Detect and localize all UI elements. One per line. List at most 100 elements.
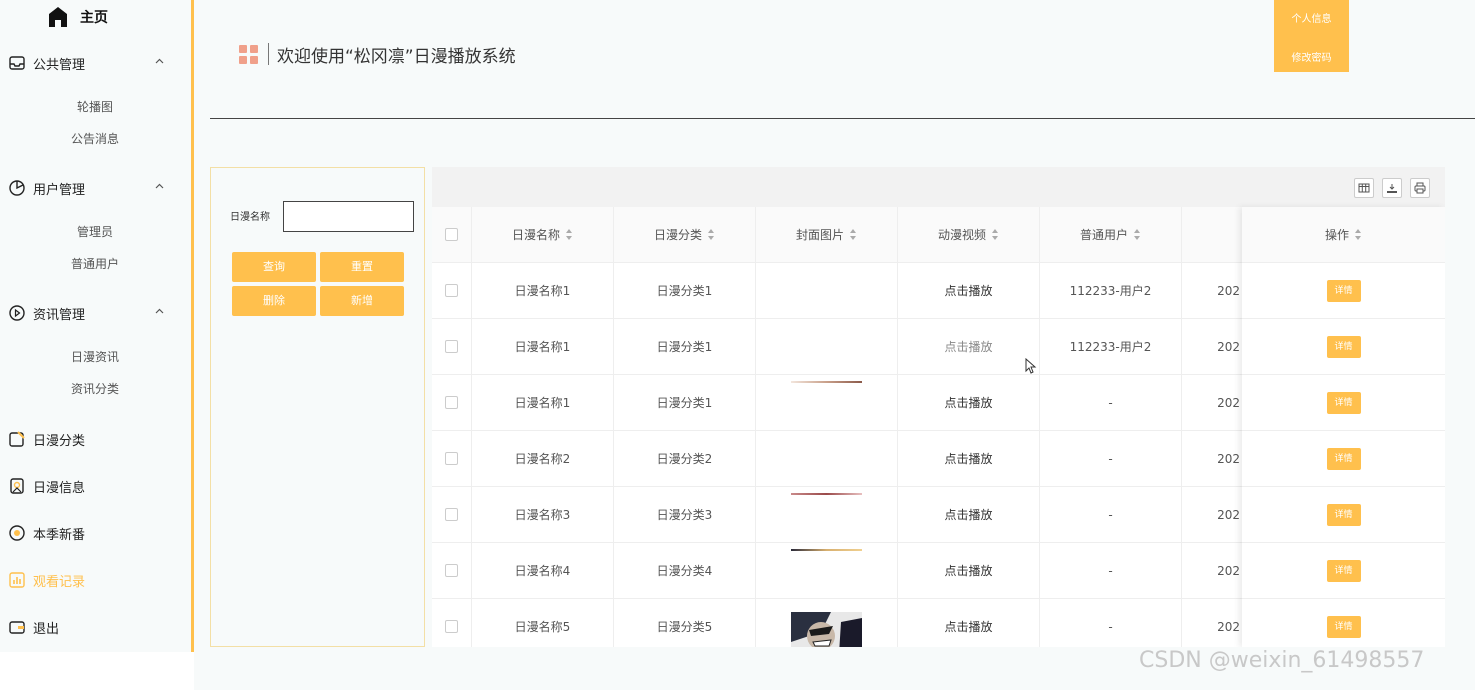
cover-image[interactable] — [791, 381, 862, 383]
reset-button[interactable]: 重置 — [320, 252, 404, 282]
cell-category: 日漫分类4 — [614, 543, 756, 598]
menu-head-users[interactable]: 用户管理 — [0, 174, 190, 202]
note-icon — [8, 430, 26, 448]
profile-button[interactable]: 个人信息 — [1274, 0, 1349, 34]
cell-video-text[interactable]: 点击播放 — [944, 394, 992, 411]
sort-icon[interactable] — [1355, 229, 1362, 240]
chevron-up-icon[interactable] — [155, 307, 164, 316]
menu-head-news[interactable]: 资讯管理 — [0, 299, 190, 327]
cover-image[interactable] — [791, 612, 862, 647]
cell-user: - — [1040, 375, 1182, 430]
title-divider — [268, 43, 269, 65]
row-checkbox[interactable] — [445, 396, 458, 409]
sidebar-item-news-category[interactable]: 资讯分类 — [0, 373, 190, 405]
chevron-up-icon[interactable] — [155, 182, 164, 191]
action-cell: 详情 — [1242, 487, 1445, 543]
cell-name-text: 日漫名称4 — [514, 564, 571, 578]
sort-icon[interactable] — [850, 229, 857, 240]
cell-user: - — [1040, 543, 1182, 598]
cell-video-text[interactable]: 点击播放 — [944, 618, 992, 635]
detail-button[interactable]: 详情 — [1326, 559, 1361, 582]
row-checkbox[interactable] — [445, 508, 458, 521]
cell-video-text[interactable]: 点击播放 — [944, 282, 992, 299]
cell-video: 点击播放 — [898, 263, 1040, 318]
sidebar: 主页 公共管理 轮播图 公告消息 用户管理 管理员 普通用户 资讯管理 日漫资讯… — [0, 0, 194, 652]
sidebar-item-season-new[interactable]: 本季新番 — [0, 519, 190, 547]
columns-icon[interactable] — [1354, 178, 1374, 198]
cover-image[interactable] — [791, 493, 862, 495]
sidebar-item-logout[interactable]: 退出 — [0, 613, 190, 641]
sidebar-item-anime-news[interactable]: 日漫资讯 — [0, 341, 190, 373]
search-input[interactable] — [283, 201, 414, 232]
detail-button[interactable]: 详情 — [1326, 447, 1361, 470]
col-header-user[interactable]: 普通用户 — [1040, 207, 1182, 262]
cover-image[interactable] — [791, 549, 862, 551]
cell-date-text: 202 — [1217, 395, 1240, 410]
select-all-checkbox[interactable] — [445, 228, 458, 241]
cell-name-text: 日漫名称2 — [514, 452, 571, 466]
sidebar-item-anime-category[interactable]: 日漫分类 — [0, 425, 190, 453]
sidebar-item-notice[interactable]: 公告消息 — [0, 123, 190, 155]
col-header-action[interactable]: 操作 — [1242, 207, 1445, 263]
sidebar-item-anime-info[interactable]: 日漫信息 — [0, 472, 190, 500]
cell-video-text[interactable]: 点击播放 — [944, 338, 992, 355]
cell-video-text[interactable]: 点击播放 — [944, 562, 992, 579]
cell-user-text: - — [1108, 451, 1113, 466]
cell-date-text: 202 — [1217, 451, 1240, 466]
query-button[interactable]: 查询 — [232, 252, 316, 282]
cell-name-text: 日漫名称1 — [514, 340, 571, 354]
cell-name-text: 日漫名称1 — [514, 396, 571, 410]
row-select-cell — [432, 543, 472, 598]
col-header-cover[interactable]: 封面图片 — [756, 207, 898, 262]
cell-name: 日漫名称1 — [472, 263, 614, 318]
col-header-name[interactable]: 日漫名称 — [472, 207, 614, 262]
sidebar-item-admin[interactable]: 管理员 — [0, 216, 190, 248]
chevron-up-icon[interactable] — [155, 57, 164, 66]
sort-icon[interactable] — [992, 229, 999, 240]
detail-button[interactable]: 详情 — [1326, 335, 1361, 358]
row-checkbox[interactable] — [445, 452, 458, 465]
cell-category-text: 日漫分类4 — [656, 564, 713, 578]
cell-video: 点击播放 — [898, 319, 1040, 374]
menu-head-public[interactable]: 公共管理 — [0, 49, 190, 77]
sidebar-item-watch-history[interactable]: 观看记录 — [0, 566, 190, 594]
detail-button[interactable]: 详情 — [1326, 391, 1361, 414]
cell-video: 点击播放 — [898, 487, 1040, 542]
change-password-button[interactable]: 修改密码 — [1274, 34, 1349, 72]
table-toolbar — [432, 167, 1445, 207]
row-checkbox[interactable] — [445, 284, 458, 297]
search-label: 日漫名称 — [230, 212, 270, 223]
sidebar-item-normal-users[interactable]: 普通用户 — [0, 248, 190, 280]
cell-video-text[interactable]: 点击播放 — [944, 506, 992, 523]
sidebar-home[interactable]: 主页 — [48, 4, 108, 30]
cell-category: 日漫分类1 — [614, 319, 756, 374]
search-panel: 日漫名称 查询 重置 删除 新增 — [210, 167, 425, 647]
cell-cover — [756, 319, 898, 374]
detail-button[interactable]: 详情 — [1326, 503, 1361, 526]
cell-name: 日漫名称1 — [472, 319, 614, 374]
col-header-video[interactable]: 动漫视频 — [898, 207, 1040, 262]
sort-icon[interactable] — [1134, 229, 1141, 240]
add-button[interactable]: 新增 — [320, 286, 404, 316]
cell-date: 202 — [1182, 543, 1242, 598]
cell-video-text[interactable]: 点击播放 — [944, 450, 992, 467]
home-icon — [49, 7, 67, 27]
delete-button[interactable]: 删除 — [232, 286, 316, 316]
detail-button[interactable]: 详情 — [1326, 279, 1361, 302]
detail-button[interactable]: 详情 — [1326, 615, 1361, 638]
export-icon[interactable] — [1382, 178, 1402, 198]
cell-category-text: 日漫分类3 — [656, 508, 713, 522]
cell-date-text: 202 — [1217, 563, 1240, 578]
row-checkbox[interactable] — [445, 340, 458, 353]
print-icon[interactable] — [1410, 178, 1430, 198]
sidebar-item-carousel[interactable]: 轮播图 — [0, 91, 190, 123]
action-cell: 详情 — [1242, 599, 1445, 647]
page-title: 欢迎使用“松冈凛”日漫播放系统 — [239, 42, 516, 67]
row-checkbox[interactable] — [445, 564, 458, 577]
col-header-category[interactable]: 日漫分类 — [614, 207, 756, 262]
action-cell: 详情 — [1242, 319, 1445, 375]
sort-icon[interactable] — [708, 229, 715, 240]
row-checkbox[interactable] — [445, 620, 458, 633]
row-select-cell — [432, 487, 472, 542]
sort-icon[interactable] — [566, 229, 573, 240]
